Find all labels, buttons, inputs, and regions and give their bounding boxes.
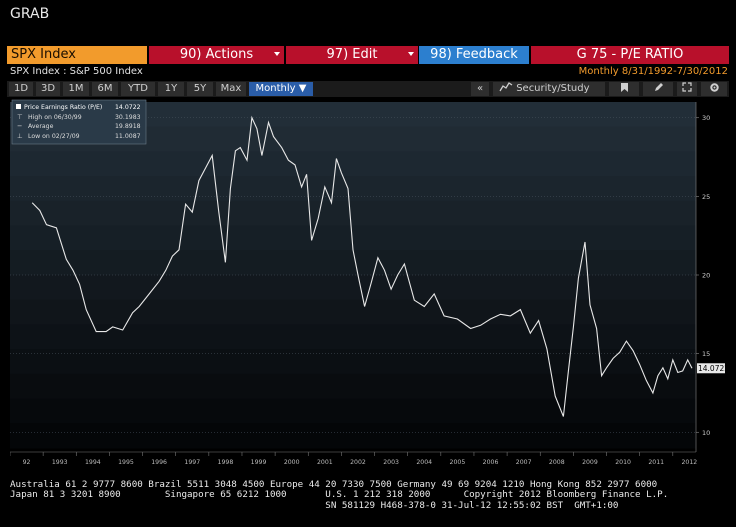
x-tick-label: 2005 [450,459,466,466]
security-study-label: Security/Study [516,83,590,94]
x-tick-label: 2009 [582,459,598,466]
ticker-field[interactable]: SPX Index [7,46,147,64]
bookmark-icon [620,83,628,92]
background-band [10,423,696,449]
frequency-dropdown[interactable]: Monthly ▼ [249,82,313,96]
edit-label: 97) Edit [326,47,378,62]
x-tick-label: 2006 [483,459,499,466]
x-tick-label: 2001 [317,459,333,466]
background-band [10,200,696,227]
settings-button[interactable] [701,82,727,96]
background-band [10,373,696,400]
legend-series-value: 14.0722 [115,104,141,111]
command-bar: SPX Index 90) Actions 97) Edit 98) Feedb… [7,46,729,64]
x-tick-label: 1994 [85,459,101,466]
range-5y-button[interactable]: 5Y [187,82,213,96]
x-tick-label: 2012 [681,459,697,466]
security-description: SPX Index : S&P 500 Index [10,66,143,77]
security-study-button[interactable]: Security/Study [493,82,605,96]
x-tick-label: 2002 [350,459,366,466]
y-tick-label: 10 [702,429,710,437]
legend-low-value: 11.0087 [115,133,141,140]
x-tick-label: 2010 [615,459,631,466]
range-ytd-button[interactable]: YTD [121,82,155,96]
edit-pencil-icon [654,83,663,91]
background-band [10,324,696,350]
expand-button[interactable] [677,82,697,96]
range-max-button[interactable]: Max [216,82,246,96]
y-tick-label: 15 [702,350,710,358]
y-tick-label: 25 [702,193,710,201]
x-axis: 92 1993 1994 1995 1996 1997 1998 1999 2000 2001 20… [9,451,697,466]
chart-legend[interactable]: Price Earnings Ratio (P/E) 14.0722 ⊤ Hig… [11,99,147,145]
edit-menu-button[interactable]: 97) Edit [286,46,418,64]
background-band [10,398,696,424]
x-tick-label: 1993 [52,459,68,466]
background-band [10,250,696,276]
chevron-down-icon [274,52,280,56]
x-tick-label: 1996 [151,459,167,466]
footer-line: SN 581129 H468-378-0 31-Jul-12 12:55:02 … [10,499,619,511]
x-tick-label: 92 [23,459,31,466]
legend-average-label: Average [28,123,54,130]
range-1d-button[interactable]: 1D [9,82,33,96]
x-tick-label: 2011 [648,459,664,466]
footer-contacts: Australia 61 2 9777 8600 Brazil 5511 304… [10,479,730,511]
feedback-button[interactable]: 98) Feedback [419,46,529,64]
pe-ratio-chart[interactable]: 10 15 20 25 30 92 1993 1994 1995 1996 1997 1998 199… [9,98,732,468]
chevron-down-icon [408,52,414,56]
legend-low-label: Low on 02/27/09 [28,133,80,140]
y-axis: 10 15 20 25 30 [695,102,710,452]
x-tick-label: 2000 [284,459,300,466]
edit-chart-button[interactable] [643,82,673,96]
x-tick-label: 2008 [549,459,565,466]
range-1y-button[interactable]: 1Y [158,82,184,96]
gear-icon [709,83,719,92]
x-tick-label: 2007 [516,459,532,466]
chart-toolbar: 1D 3D 1M 6M YTD 1Y 5Y Max Monthly ▼ « Se… [7,81,729,97]
y-tick-label: 20 [702,272,710,280]
x-tick-label: 2004 [416,459,432,466]
legend-series-label: Price Earnings Ratio (P/E) [24,104,102,111]
high-marker-icon: ⊤ [17,113,23,121]
period-range: Monthly 8/31/1992-7/30/2012 [578,66,728,77]
range-1m-button[interactable]: 1M [63,82,89,96]
range-6m-button[interactable]: 6M [92,82,118,96]
low-marker-icon: ⊥ [17,132,23,140]
collapse-button[interactable]: « [471,82,489,96]
legend-swatch-icon [16,104,21,109]
background-band [10,275,696,301]
x-tick-label: 2003 [383,459,399,466]
background-band [10,151,696,177]
background-band [10,299,696,325]
y-tick-label: 30 [702,114,710,122]
range-3d-button[interactable]: 3D [36,82,60,96]
background-band [10,176,696,202]
average-marker-icon: − [17,122,22,130]
expand-icon [682,82,692,92]
actions-menu-button[interactable]: 90) Actions [149,46,284,64]
legend-high-value: 30.1983 [115,114,141,121]
window-title: GRAB [10,6,50,22]
last-value-text: 14.0722 [698,364,729,373]
chart-area[interactable]: 10 15 20 25 30 92 1993 1994 1995 1996 1997 1998 199… [9,98,732,468]
page-title: G 75 - P/E RATIO [531,46,729,64]
bookmark-button[interactable] [609,82,639,96]
x-tick-label: 1997 [184,459,200,466]
x-tick-label: 1998 [218,459,234,466]
line-chart-icon [499,82,513,92]
last-value-badge: 14.0722 [697,363,729,374]
x-tick-label: 1995 [118,459,134,466]
x-tick-label: 1999 [251,459,267,466]
legend-average-value: 19.8918 [115,123,141,130]
legend-high-label: High on 06/30/99 [28,114,82,121]
background-band [10,349,696,375]
actions-label: 90) Actions [179,47,254,62]
